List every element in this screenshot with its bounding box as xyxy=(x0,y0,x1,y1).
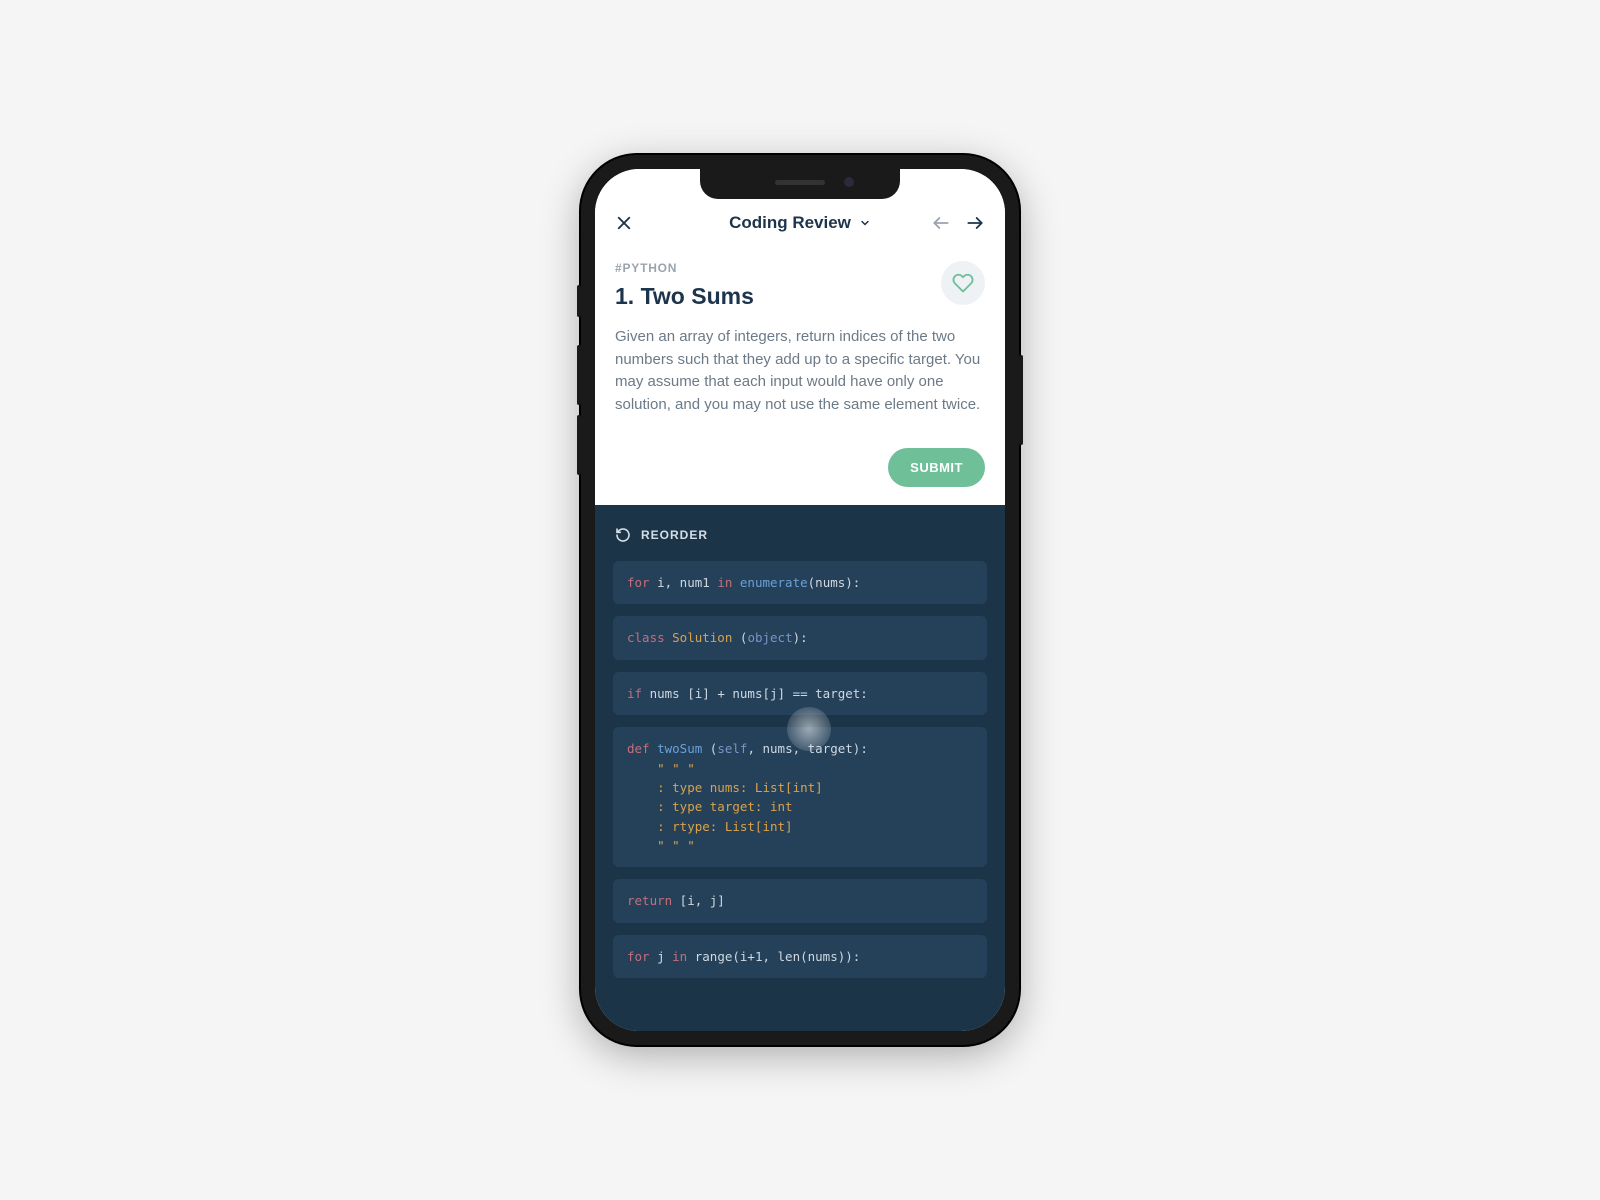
phone-frame: Coding Review #PYTHON 1. Two Sums xyxy=(581,155,1019,1045)
screen: Coding Review #PYTHON 1. Two Sums xyxy=(595,169,1005,1031)
code-block[interactable]: if nums [i] + nums[j] == target: xyxy=(613,672,987,715)
submit-button[interactable]: SUBMIT xyxy=(888,448,985,487)
phone-volume-up xyxy=(577,345,581,405)
phone-volume-down xyxy=(577,415,581,475)
reorder-button[interactable]: REORDER xyxy=(615,527,987,543)
code-block[interactable]: for i, num1 in enumerate(nums): xyxy=(613,561,987,604)
page-title-dropdown[interactable]: Coding Review xyxy=(729,213,871,233)
code-area: REORDER for i, num1 in enumerate(nums): c… xyxy=(595,505,1005,1031)
code-block[interactable]: for j in range(i+1, len(nums)): xyxy=(613,935,987,978)
phone-mute-switch xyxy=(577,285,581,317)
chevron-down-icon xyxy=(859,217,871,229)
code-block[interactable]: class Solution (object): xyxy=(613,616,987,659)
reorder-icon xyxy=(615,527,631,543)
submit-row: SUBMIT xyxy=(595,428,1005,505)
close-icon[interactable] xyxy=(615,214,633,232)
page-title: Coding Review xyxy=(729,213,851,233)
app-content: Coding Review #PYTHON 1. Two Sums xyxy=(595,169,1005,1031)
problem-description: Given an array of integers, return indic… xyxy=(615,326,985,416)
reorder-label: REORDER xyxy=(641,528,708,542)
next-arrow-icon[interactable] xyxy=(965,213,985,233)
problem-title: 1. Two Sums xyxy=(615,283,985,310)
phone-power-button xyxy=(1019,355,1023,445)
language-tag: #PYTHON xyxy=(615,261,985,275)
favorite-button[interactable] xyxy=(941,261,985,305)
notch xyxy=(700,169,900,199)
code-block[interactable]: return [i, j] xyxy=(613,879,987,922)
code-block[interactable]: def twoSum (self, nums, target): " " " :… xyxy=(613,727,987,867)
problem-header: #PYTHON 1. Two Sums Given an array of in… xyxy=(595,243,1005,428)
heart-icon xyxy=(952,272,974,294)
prev-arrow-icon[interactable] xyxy=(931,213,951,233)
code-blocks-list: for i, num1 in enumerate(nums): class Sol… xyxy=(613,561,987,978)
